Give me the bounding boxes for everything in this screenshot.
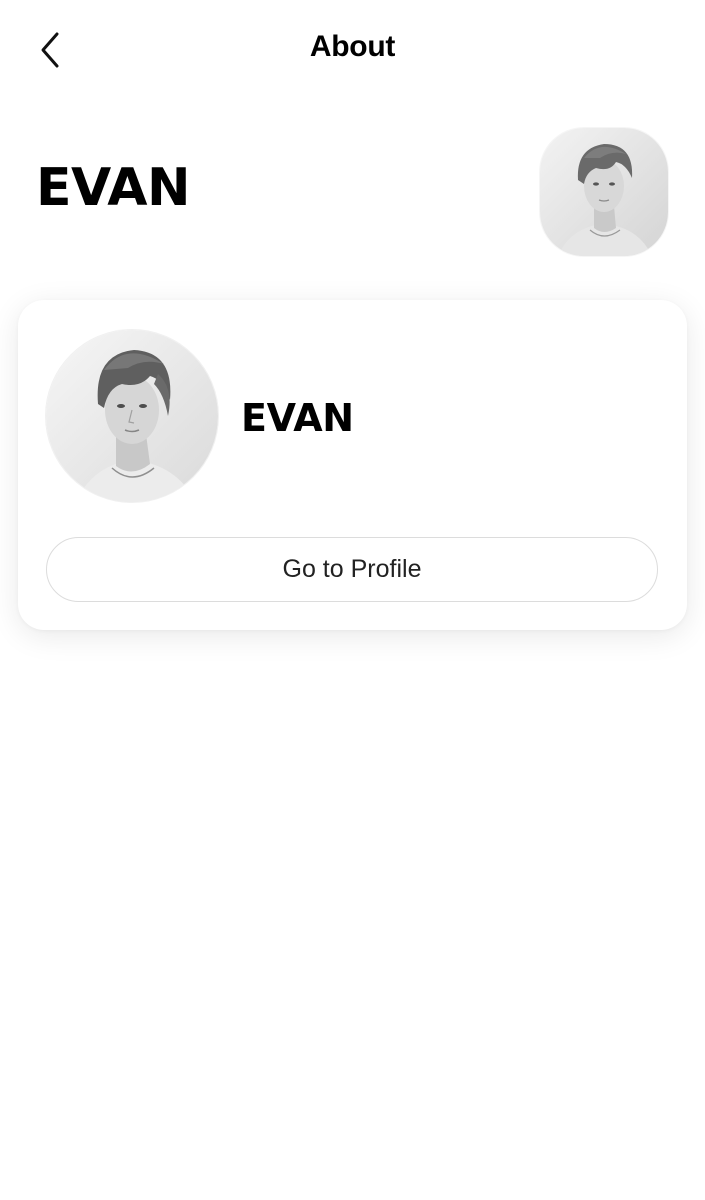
- artist-avatar[interactable]: [540, 128, 668, 256]
- about-screen: About EVAN EVAN Go to Profile: [0, 0, 705, 1200]
- go-to-profile-button[interactable]: Go to Profile: [46, 537, 658, 602]
- nav-bar: About: [0, 0, 705, 100]
- card-artist-name: EVAN: [241, 396, 354, 440]
- page-title: About: [309, 30, 396, 63]
- artist-name-heading: EVAN: [36, 158, 191, 218]
- card-avatar[interactable]: [46, 330, 218, 502]
- artist-card: EVAN Go to Profile: [18, 300, 687, 630]
